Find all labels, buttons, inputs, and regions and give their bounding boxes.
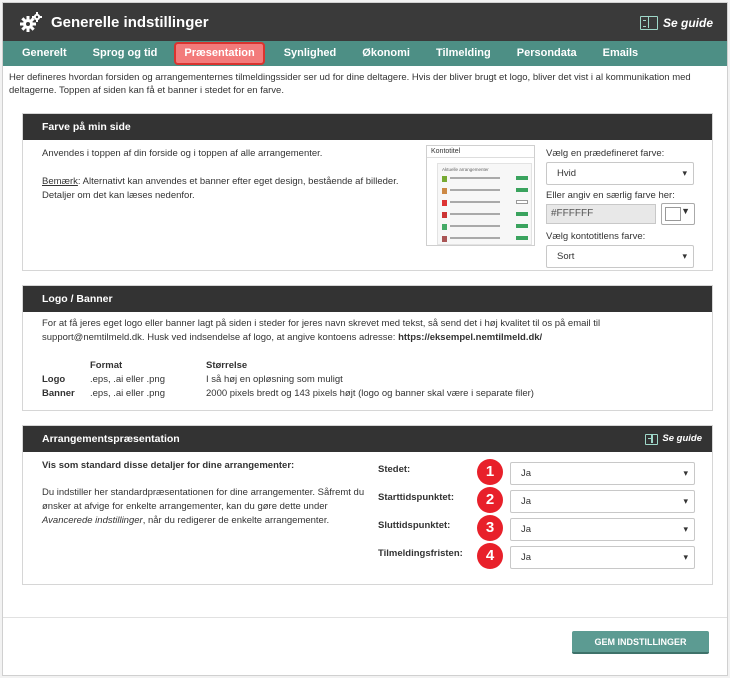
predefined-color-select[interactable]: Hvid: [546, 162, 694, 185]
intro-text: Her defineres hvordan forsiden og arrang…: [9, 72, 691, 96]
field-label-stedet: Stedet:: [378, 464, 411, 475]
preview-row: [442, 200, 528, 207]
tab-sprog-og-tid[interactable]: Sprog og tid: [80, 41, 171, 66]
logo-email-text: support@nemtilmeld.dk. Husk ved indsende…: [42, 332, 399, 343]
predefined-color-label: Vælg en prædefineret farve:: [546, 148, 665, 159]
stedet-select[interactable]: Ja: [510, 462, 695, 485]
page-title: Generelle indstillinger: [51, 14, 209, 31]
tab-generelt[interactable]: Generelt: [9, 41, 80, 66]
event-subheading: Vis som standard disse detaljer for dine…: [42, 460, 295, 471]
tilmeldingsfristen-select[interactable]: Ja: [510, 546, 695, 569]
gears-icon: [20, 12, 42, 32]
event-presentation-title: Arrangementspræsentation: [42, 433, 180, 445]
preview-account-title: Kontotitel: [427, 146, 534, 158]
advanced-settings-ref: Avancerede indstillinger: [42, 515, 143, 526]
logo-panel-heading: Logo / Banner: [23, 286, 712, 312]
annotation-badge-2: 2: [477, 487, 503, 513]
settings-window: Generelle indstillinger Se guide Generel…: [2, 2, 728, 676]
event-guide-link[interactable]: Se guide: [645, 426, 702, 452]
footer-divider: [3, 617, 727, 618]
logo-row-format: .eps, .ai eller .png: [90, 374, 165, 385]
field-label-starttidspunktet: Starttidspunktet:: [378, 492, 454, 503]
title-color-select[interactable]: Sort: [546, 245, 694, 268]
tab-synlighed[interactable]: Synlighed: [271, 41, 350, 66]
save-settings-button[interactable]: GEM INDSTILLINGER: [572, 631, 709, 654]
format-column-header: Format: [90, 360, 123, 371]
preview-subtitle: Aktuelle arrangementer: [442, 167, 489, 172]
event-desc-part2: , når du redigerer de enkelte arrangemen…: [142, 515, 330, 526]
title-bar: Generelle indstillinger Se guide: [3, 3, 727, 41]
logo-row-size: I så høj en opløsning som muligt: [206, 374, 343, 385]
caret-down-icon: ▼: [681, 206, 690, 216]
logo-instructions-2: support@nemtilmeld.dk. Husk ved indsende…: [42, 331, 702, 345]
color-panel-heading: Farve på min side: [23, 114, 712, 140]
preview-row: [442, 188, 528, 195]
sluttidspunktet-select[interactable]: Ja: [510, 518, 695, 541]
page-preview-thumbnail: Kontotitel Aktuelle arrangementer: [426, 145, 535, 246]
preview-content: Aktuelle arrangementer: [437, 163, 532, 245]
tab-okonomi[interactable]: Økonomi: [349, 41, 423, 66]
guide-book-icon: [639, 16, 658, 30]
custom-color-input[interactable]: #FFFFFF: [546, 204, 656, 224]
preview-row: [442, 224, 528, 231]
preview-row: [442, 176, 528, 183]
banner-row-size: 2000 pixels bredt og 143 pixels højt (lo…: [206, 388, 534, 399]
note-text: : Alternativt kan anvendes et banner eft…: [42, 176, 399, 201]
settings-tabs: Generelt Sprog og tid Præsentation Synli…: [3, 41, 727, 66]
tab-persondata[interactable]: Persondata: [504, 41, 590, 66]
custom-color-label: Eller angiv en særlig farve her:: [546, 190, 675, 201]
tab-praesentation[interactable]: Præsentation: [174, 42, 265, 65]
event-presentation-heading: Arrangementspræsentation Se guide: [23, 426, 712, 452]
color-panel: Farve på min side Anvendes i toppen af d…: [22, 113, 713, 271]
starttidspunktet-select[interactable]: Ja: [510, 490, 695, 513]
logo-instructions: For at få jeres eget logo eller banner l…: [42, 318, 601, 329]
note-prefix: Bemærk: [42, 176, 78, 187]
color-picker-button[interactable]: ▼: [661, 203, 695, 225]
annotation-badge-4: 4: [477, 543, 503, 569]
banner-row-format: .eps, .ai eller .png: [90, 388, 165, 399]
banner-row-name: Banner: [42, 388, 75, 399]
event-desc-part1: Du indstiller her standardpræsentationen…: [42, 487, 365, 512]
color-swatch: [665, 207, 681, 221]
size-column-header: Størrelse: [206, 360, 248, 371]
preview-row: [442, 212, 528, 219]
field-label-tilmeldingsfristen: Tilmeldingsfristen:: [378, 548, 463, 559]
event-description: Du indstiller her standardpræsentationen…: [42, 486, 377, 528]
color-note: Bemærk: Alternativt kan anvendes et bann…: [42, 175, 412, 203]
field-label-sluttidspunktet: Sluttidspunktet:: [378, 520, 451, 531]
see-guide-label: Se guide: [662, 16, 713, 30]
title-color-label: Vælg kontotitlens farve:: [546, 231, 646, 242]
event-presentation-panel: Arrangementspræsentation Se guide Vis so…: [22, 425, 713, 585]
guide-book-icon: [645, 433, 659, 445]
account-address: https://eksempel.nemtilmeld.dk/: [398, 332, 543, 343]
tab-emails[interactable]: Emails: [590, 41, 651, 66]
color-description: Anvendes i toppen af din forside og i to…: [42, 148, 323, 159]
tab-tilmelding[interactable]: Tilmelding: [423, 41, 504, 66]
logo-row-name: Logo: [42, 374, 66, 385]
see-guide-link[interactable]: Se guide: [639, 16, 713, 30]
logo-panel: Logo / Banner For at få jeres eget logo …: [22, 285, 713, 411]
event-guide-label: Se guide: [662, 433, 702, 444]
annotation-badge-3: 3: [477, 515, 503, 541]
annotation-badge-1: 1: [477, 459, 503, 485]
preview-row: [442, 236, 528, 243]
